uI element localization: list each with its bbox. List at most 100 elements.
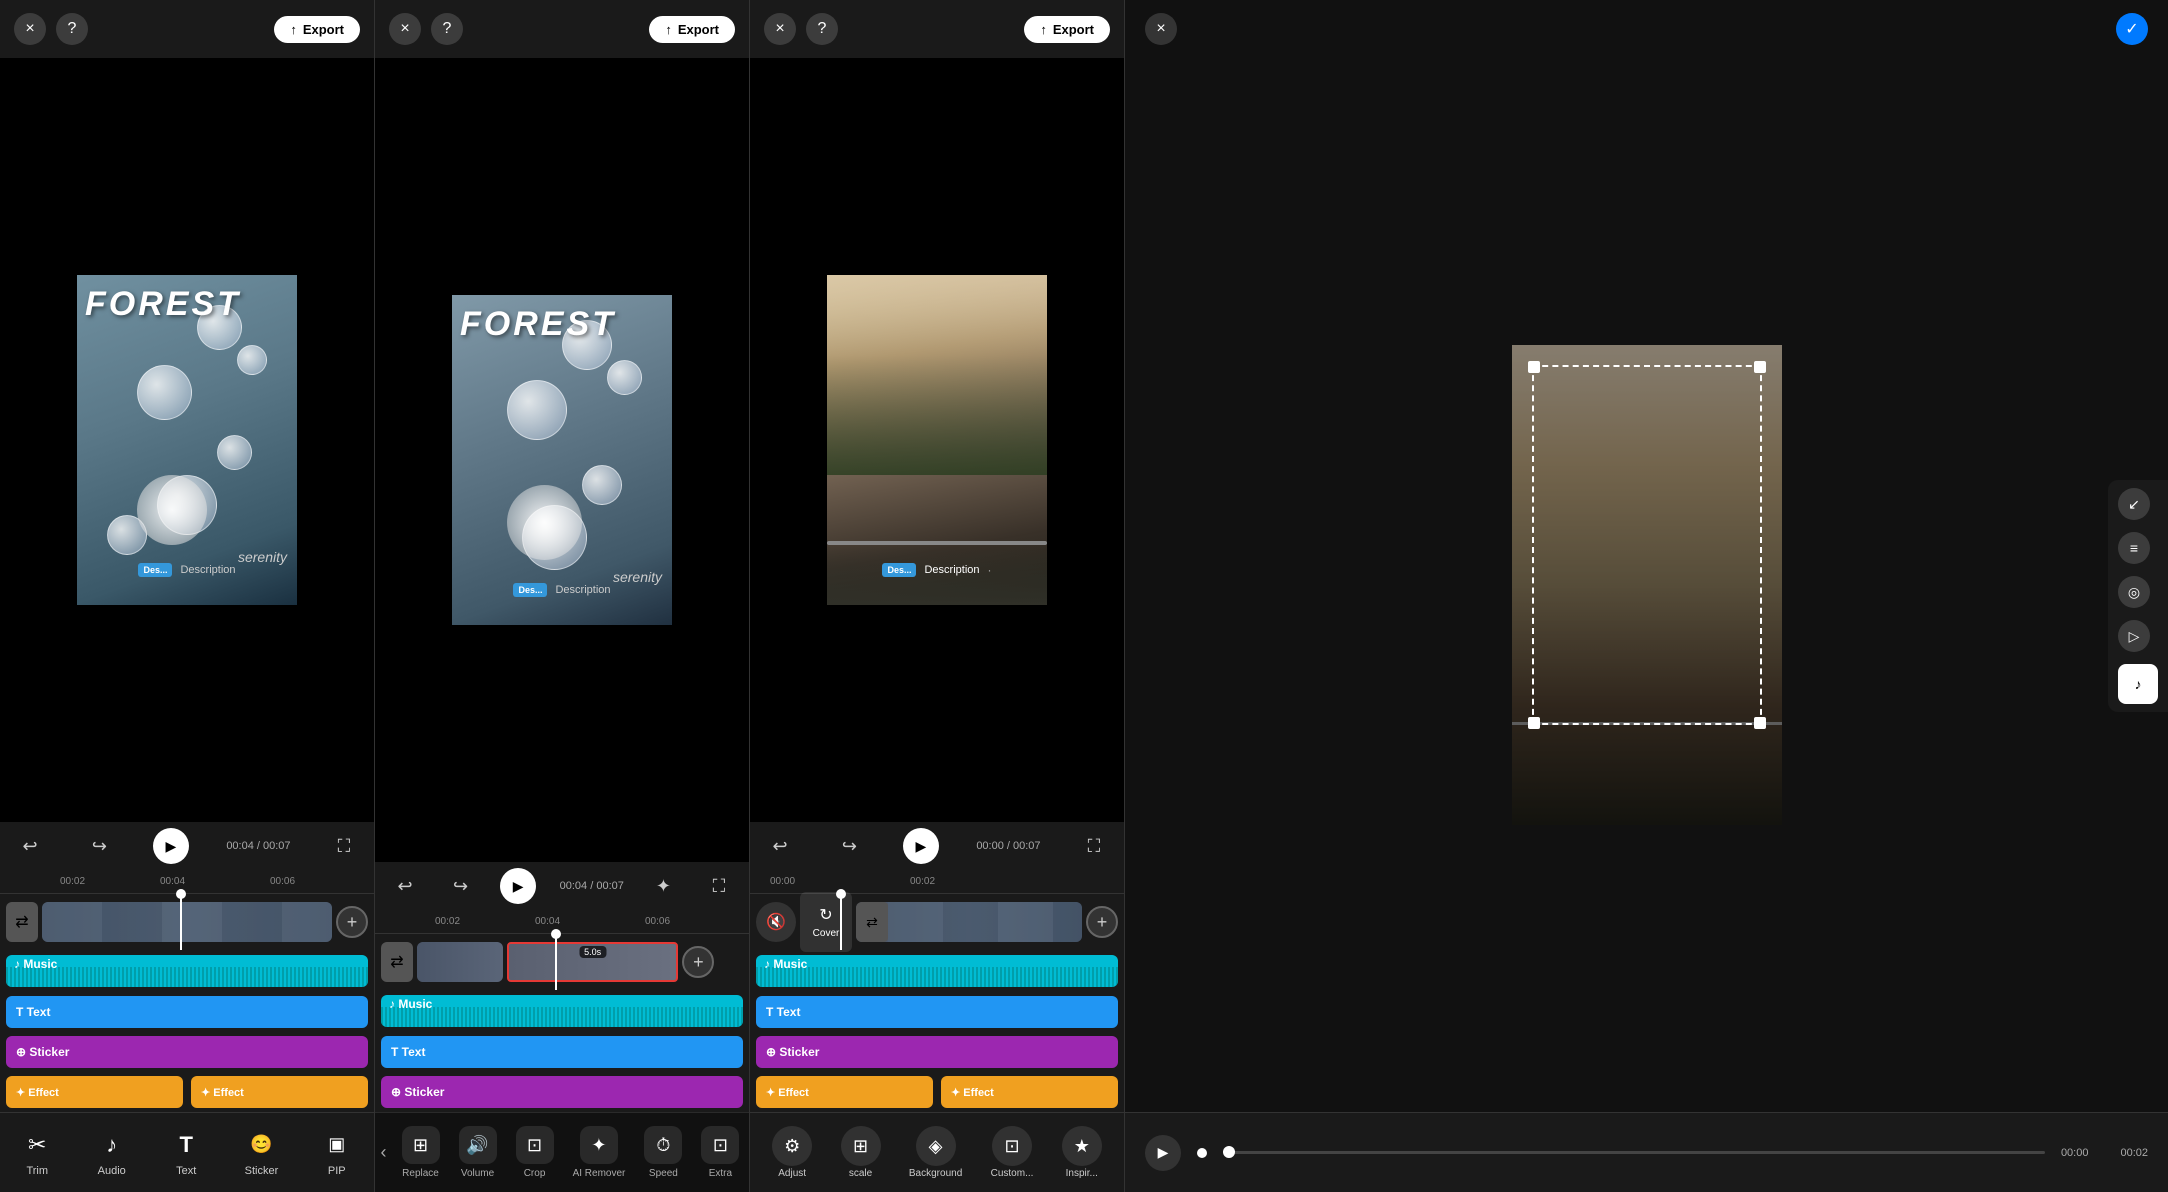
time-00-02: 00:02 [60, 876, 85, 887]
help-button-1[interactable]: ? [56, 13, 88, 45]
text-tool-1[interactable]: T Text [160, 1123, 212, 1183]
text-track-bar-2[interactable]: T Text [381, 1036, 743, 1068]
scale-tool[interactable]: ⊞ scale [835, 1122, 887, 1183]
undo-btn-3[interactable]: ↩ [764, 830, 796, 862]
close-button-2[interactable]: × [389, 13, 421, 45]
playhead-3 [840, 894, 842, 950]
play-btn-3[interactable]: ▶ [903, 828, 939, 864]
p2-unselected-clip[interactable] [417, 942, 503, 982]
sticker-tool-1[interactable]: 😊 Sticker [235, 1123, 289, 1183]
crop-selection[interactable] [1532, 365, 1762, 725]
export-button-2[interactable]: ↑ Export [649, 16, 735, 43]
panel1-ruler: 00:02 00:04 00:06 [0, 870, 374, 894]
sticker-track-bar-1[interactable]: ⊕ Sticker [6, 1036, 368, 1068]
panel3-music-track: ♪ Music [750, 950, 1124, 992]
video-thumb-3: ⇄ [856, 902, 888, 942]
side-tool-4[interactable]: ▷ [2118, 620, 2150, 652]
p2-selected-clip[interactable]: 5.0s [507, 942, 679, 982]
video-track-clip-3[interactable]: ⇄ [856, 902, 1082, 942]
mute-btn-3[interactable]: 🔇 [756, 902, 796, 942]
music-track-bar-1[interactable]: ♪ Music [6, 955, 368, 987]
crop-handle-br[interactable] [1754, 717, 1766, 729]
panel2-timeline: 00:02 00:04 00:06 ⇄ 5.0s + [375, 910, 749, 1112]
play-btn-2[interactable]: ▶ [500, 868, 536, 904]
p2-time-00-02: 00:02 [435, 916, 460, 927]
add-clip-btn-3[interactable]: + [1086, 906, 1118, 938]
video-track-clip-1[interactable] [42, 902, 332, 942]
trim-tool-1[interactable]: ✂ Trim [11, 1123, 63, 1183]
side-tool-2[interactable]: ≡ [2118, 532, 2150, 564]
text-track-bar-1[interactable]: T Text [6, 996, 368, 1028]
help-button-2[interactable]: ? [431, 13, 463, 45]
redo-btn-2[interactable]: ↪ [445, 870, 477, 902]
add-clip-btn-1[interactable]: + [336, 906, 368, 938]
replace-tool[interactable]: ⊞ Replace [394, 1122, 448, 1183]
time-00-06: 00:06 [270, 876, 295, 887]
speed-tool[interactable]: ⏱ Speed [636, 1122, 690, 1183]
panel2-video-track[interactable]: ⇄ 5.0s + [375, 934, 749, 990]
replace-icon: ⊞ [402, 1126, 440, 1164]
tiktok-btn[interactable]: ♪ [2118, 664, 2158, 704]
crop-tool-2[interactable]: ⊡ Crop [508, 1122, 562, 1183]
side-tool-1[interactable]: ↙ [2118, 488, 2150, 520]
effect-track-bar-1b[interactable]: ✦ Effect [191, 1076, 368, 1108]
panel2-text-track: T Text [375, 1032, 749, 1072]
ai-remover-tool[interactable]: ✦ AI Remover [565, 1122, 634, 1183]
background-tool[interactable]: ◈ Background [903, 1122, 968, 1183]
pip-tool-1[interactable]: ▣ PIP [311, 1123, 363, 1183]
redo-btn-3[interactable]: ↪ [833, 830, 865, 862]
fullscreen-btn-1[interactable]: ⛶ [328, 830, 360, 862]
bubble-p2-2 [607, 360, 642, 395]
volume-tool[interactable]: 🔊 Volume [451, 1122, 505, 1183]
audio-tool-1[interactable]: ♪ Audio [86, 1123, 138, 1183]
panel3-video-track[interactable]: 🔇 ↻ Cover ⇄ + [750, 894, 1124, 950]
close-button-3[interactable]: × [764, 13, 796, 45]
sticker-track-bar-3[interactable]: ⊕ Sticker [756, 1036, 1118, 1068]
add-clip-btn-2[interactable]: + [682, 946, 714, 978]
export-button-1[interactable]: ↑ Export [274, 16, 360, 43]
music-track-bar-3[interactable]: ♪ Music [756, 955, 1118, 987]
panel3-timeline: 00:00 00:02 🔇 ↻ Cover ⇄ + [750, 870, 1124, 1112]
timestamp-1: 00:04 / 00:07 [226, 840, 290, 852]
confirm-button-4[interactable]: ✓ [2116, 13, 2148, 45]
effect-track-bar-3a[interactable]: ✦ Effect [756, 1076, 933, 1108]
close-button-4[interactable]: × [1145, 13, 1177, 45]
chevron-left-btn[interactable]: ‹ [377, 1138, 391, 1167]
play-btn-4[interactable]: ▶ [1145, 1135, 1181, 1171]
undo-btn-2[interactable]: ↩ [389, 870, 421, 902]
help-button-3[interactable]: ? [806, 13, 838, 45]
undo-btn-1[interactable]: ↩ [14, 830, 46, 862]
extra-tool[interactable]: ⊡ Extra [693, 1122, 747, 1183]
adjust-tool[interactable]: ⚙ Adjust [766, 1122, 818, 1183]
speed-icon: ⏱ [644, 1126, 682, 1164]
crop-handle-tl[interactable] [1528, 361, 1540, 373]
progress-dot [1223, 1146, 1235, 1158]
inspire-icon: ★ [1062, 1126, 1102, 1166]
panel1-effect-track: ✦ Effect ✦ Effect [0, 1072, 374, 1112]
panel1-video-track[interactable]: ⇄ + [0, 894, 374, 950]
bubble-p2-3 [507, 380, 567, 440]
text-track-bar-3[interactable]: T Text [756, 996, 1118, 1028]
crop-handle-tr[interactable] [1754, 361, 1766, 373]
play-btn-1[interactable]: ▶ [153, 828, 189, 864]
custom-tool[interactable]: ⊡ Custom... [985, 1122, 1040, 1183]
crop-handle-bl[interactable] [1528, 717, 1540, 729]
bubble-4 [217, 435, 252, 470]
inspire-tool[interactable]: ★ Inspir... [1056, 1122, 1108, 1183]
playhead-1 [180, 894, 182, 950]
sticker-track-bar-2[interactable]: ⊕ Sticker [381, 1076, 743, 1108]
redo-btn-1[interactable]: ↪ [83, 830, 115, 862]
music-track-bar-2[interactable]: ♪ Music [381, 995, 743, 1027]
effect-track-bar-3b[interactable]: ✦ Effect [941, 1076, 1118, 1108]
close-button-1[interactable]: × [14, 13, 46, 45]
sparkle-btn-2[interactable]: ✦ [647, 870, 679, 902]
panel-4: × ✓ ▶ 00:00 0 [1125, 0, 2168, 1192]
cover-btn[interactable]: ↻ Cover [800, 892, 852, 952]
panel4-progress[interactable] [1223, 1151, 2045, 1154]
side-tool-3[interactable]: ◎ [2118, 576, 2150, 608]
fullscreen-btn-2[interactable]: ⛶ [703, 870, 735, 902]
effect-track-bar-1a[interactable]: ✦ Effect [6, 1076, 183, 1108]
export-button-3[interactable]: ↑ Export [1024, 16, 1110, 43]
fullscreen-btn-3[interactable]: ⛶ [1078, 830, 1110, 862]
panel3-topbar: × ? ↑ Export [750, 0, 1124, 58]
